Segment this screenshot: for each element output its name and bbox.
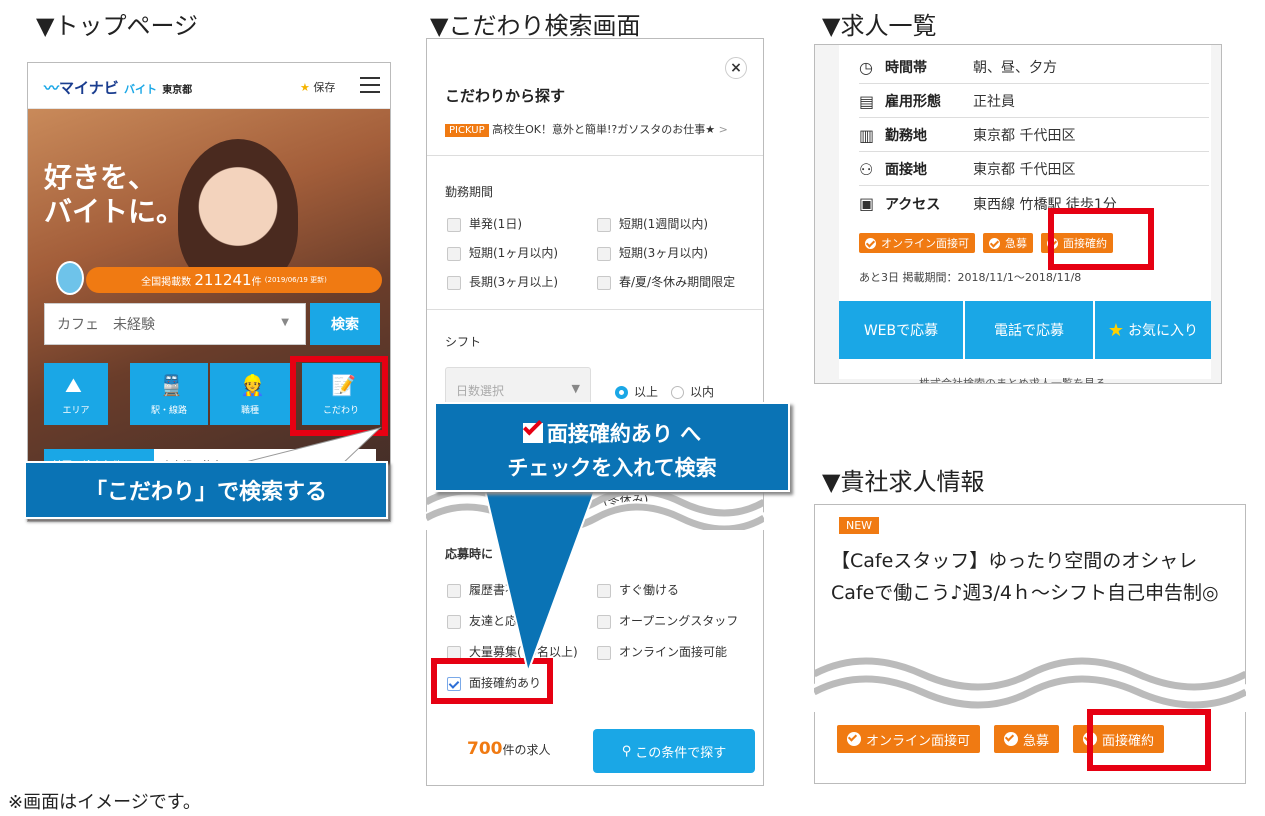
favorite-button[interactable]: ★ お気に入り <box>1095 301 1211 359</box>
new-badge: NEW <box>839 517 880 534</box>
building-icon: ▥ <box>859 125 875 145</box>
job-title[interactable]: 【Cafeスタッフ】ゆったり空間のオシャレCafeで働こう♪週3/4ｈ〜シフト自… <box>831 545 1231 609</box>
count-banner: 全国掲載数 211241 件 (2019/06/19 更新) <box>86 267 382 293</box>
highlight-company-badge <box>1087 709 1211 771</box>
search-button[interactable]: 検索 <box>310 303 380 345</box>
option-apply-6[interactable]: オンライン面接可能 <box>597 643 727 660</box>
close-icon[interactable]: × <box>725 57 747 79</box>
section-title-list: ▼求人一覧 <box>822 12 937 40</box>
hero-copy: 好きを、 バイトに。 <box>44 161 185 228</box>
map-icon: ⛰ <box>65 373 82 397</box>
category-area[interactable]: ⛰ エリア <box>44 363 108 425</box>
chevron-down-icon: ▼ <box>571 382 580 395</box>
job-row-location: ▥ 勤務地 東京都 千代田区 <box>859 119 1209 152</box>
section-title-company: ▼貴社求人情報 <box>822 468 985 496</box>
menu-icon[interactable] <box>360 75 380 93</box>
top-header: 〰マイナビ バイト 東京都 ★ 保存 <box>28 63 390 109</box>
option-period-6[interactable]: 春/夏/冬休み期間限定 <box>597 273 735 290</box>
job-row-interview-place: ⚇ 面接地 東京都 千代田区 <box>859 153 1209 186</box>
web-apply-button[interactable]: WEBで応募 <box>839 301 963 359</box>
company-list-link[interactable]: 株式会社検索のまとめ求人一覧を見る <box>919 375 1106 383</box>
option-period-4[interactable]: 短期(3ヶ月以内) <box>597 244 708 261</box>
result-count: 700件の求人 <box>467 739 551 759</box>
job-list-screen: ◷ 時間帯 朝、昼、夕方 ▤ 雇用形態 正社員 ▥ 勤務地 東京都 千代田区 ⚇ 面接地 東京都… <box>814 44 1222 384</box>
clock-icon: ◷ <box>859 57 873 77</box>
callout-top: 「こだわり」で検索する <box>24 461 388 519</box>
badge-online: オンライン面接可 <box>837 725 981 753</box>
option-period-3[interactable]: 短期(1ヶ月以内) <box>447 244 558 261</box>
job-row-access: ▣ アクセス 東西線 竹橋駅 徒歩1分 <box>859 194 1117 213</box>
worker-icon: 👷 <box>240 373 265 397</box>
category-station[interactable]: 🚆 駅・線路 <box>130 363 208 425</box>
option-period-5[interactable]: 長期(3ヶ月以上) <box>447 273 558 290</box>
divider <box>427 309 763 310</box>
job-row-employment: ▤ 雇用形態 正社員 <box>859 85 1209 118</box>
badge-urgent: 急募 <box>983 233 1033 253</box>
logo[interactable]: 〰マイナビ バイト 東京都 <box>44 77 192 98</box>
train-icon: ▣ <box>859 194 875 213</box>
search-icon: ⚲ <box>621 743 632 759</box>
badge-urgent: 急募 <box>994 725 1060 753</box>
mascot-icon <box>56 261 84 295</box>
section-title-kodawari: ▼こだわり検索画面 <box>430 12 641 40</box>
option-period-2[interactable]: 短期(1週間以内) <box>597 215 708 232</box>
section-title-top: ▼トップページ <box>36 12 198 40</box>
highlight-list-badge <box>1048 208 1154 270</box>
posting-period: あと3日 掲載期間：2018/11/1〜2018/11/8 <box>859 271 1082 284</box>
callout-pointer-kodawari <box>483 489 597 674</box>
divider <box>427 155 763 156</box>
star-icon: ★ <box>300 81 310 94</box>
disclaimer-note: ※画面はイメージです。 <box>8 792 201 813</box>
option-apply-4[interactable]: オープニングスタッフ <box>597 612 738 629</box>
phone-apply-button[interactable]: 電話で応募 <box>965 301 1093 359</box>
option-period-1[interactable]: 単発(1日) <box>447 215 522 232</box>
star-icon: ★ <box>1107 319 1125 341</box>
page-title: こだわりから探す <box>445 87 566 105</box>
chevron-right-icon: > <box>718 123 728 136</box>
category-job[interactable]: 👷 職種 <box>210 363 290 425</box>
person-icon: ⚇ <box>859 159 874 179</box>
search-input[interactable]: カフェ 未経験 ▼ <box>44 303 306 345</box>
train-icon: 🚆 <box>159 373 184 397</box>
option-apply-2[interactable]: すぐ働ける <box>597 581 679 598</box>
period-heading: 勤務期間 <box>445 185 494 199</box>
job-card: ◷ 時間帯 朝、昼、夕方 ▤ 雇用形態 正社員 ▥ 勤務地 東京都 千代田区 ⚇ 面接地 東京都… <box>839 45 1211 383</box>
radio-within[interactable]: 以内 <box>671 383 714 400</box>
document-icon: ▤ <box>859 91 875 111</box>
callout-kodawari: 面接確約あり へ チェックを入れて検索 <box>434 402 790 492</box>
job-row-time: ◷ 時間帯 朝、昼、夕方 <box>859 51 1209 84</box>
save-button[interactable]: ★ 保存 <box>300 79 335 95</box>
badge-online: オンライン面接可 <box>859 233 975 253</box>
checkbox-icon <box>522 416 543 443</box>
shift-heading: シフト <box>445 335 482 349</box>
radio-above[interactable]: 以上 <box>615 383 658 400</box>
chevron-down-icon: ▼ <box>281 317 289 328</box>
page-break-wave <box>814 657 1246 712</box>
pickup-link[interactable]: PICKUP 高校生OK！意外と簡単!?ガソスタのお仕事★ > <box>445 121 755 137</box>
search-with-condition-button[interactable]: ⚲ この条件で探す <box>593 729 755 773</box>
